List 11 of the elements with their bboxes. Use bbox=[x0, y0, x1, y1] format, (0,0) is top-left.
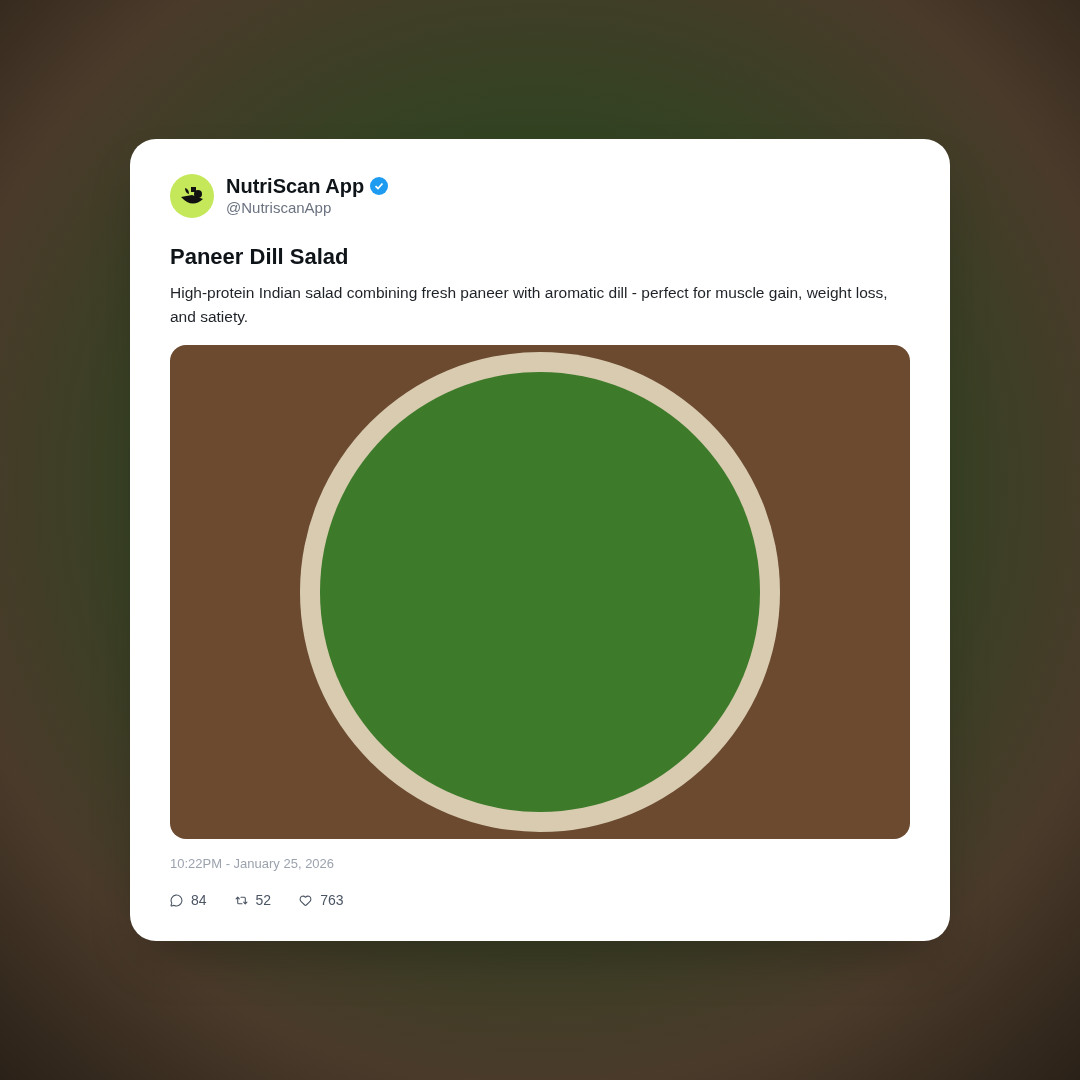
stat-count: 763 bbox=[320, 890, 344, 910]
speech-bubble-icon[interactable] bbox=[170, 893, 183, 907]
post-timestamp: 10:22PM - January 25, 2026 bbox=[170, 855, 336, 874]
stat-count: 52 bbox=[255, 890, 272, 910]
account-handle: @NutriscanApp bbox=[226, 198, 333, 219]
heart-icon[interactable] bbox=[299, 893, 313, 907]
avatar-logo-icon bbox=[170, 174, 214, 219]
post-title: Paneer Dill Salad bbox=[170, 243, 350, 272]
stat-count: 84 bbox=[191, 890, 207, 910]
account-name: NutriScan App bbox=[226, 174, 365, 199]
post-text: High-protein Indian salad combining fresh paneer with aromatic dill - perfect for muscle gain, weight loss, and satiety. bbox=[170, 283, 889, 328]
